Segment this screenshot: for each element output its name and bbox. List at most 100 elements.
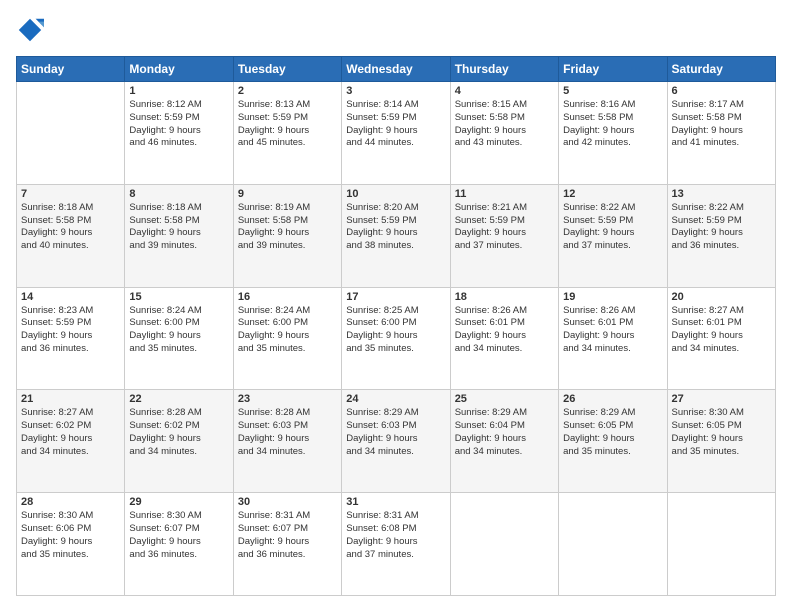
calendar-cell: 12 Sunrise: 8:22 AMSunset: 5:59 PMDayligh… (559, 184, 667, 287)
day-info: Sunrise: 8:19 AMSunset: 5:58 PMDaylight:… (238, 202, 337, 253)
day-info: Sunrise: 8:26 AMSunset: 6:01 PMDaylight:… (563, 305, 662, 356)
day-number: 31 (346, 496, 445, 508)
weekday-header-tuesday: Tuesday (233, 57, 341, 82)
day-number: 11 (455, 188, 554, 200)
calendar-cell: 14 Sunrise: 8:23 AMSunset: 5:59 PMDayligh… (17, 287, 125, 390)
calendar-cell: 23 Sunrise: 8:28 AMSunset: 6:03 PMDayligh… (233, 390, 341, 493)
calendar-cell: 17Sunrise: 8:25 AMSunset: 6:00 PMDayligh… (342, 287, 450, 390)
day-number: 12 (563, 188, 662, 200)
day-number: 8 (129, 188, 228, 200)
day-info: Sunrise: 8:16 AMSunset: 5:58 PMDaylight:… (563, 99, 662, 150)
day-number: 14 (21, 291, 120, 303)
calendar-week-4: 21 Sunrise: 8:27 AMSunset: 6:02 PMDayligh… (17, 390, 776, 493)
logo (16, 16, 46, 44)
calendar-cell: 20Sunrise: 8:27 AMSunset: 6:01 PMDayligh… (667, 287, 775, 390)
day-info: Sunrise: 8:29 AMSunset: 6:04 PMDaylight:… (455, 407, 554, 458)
day-info: Sunrise: 8:30 AMSunset: 6:05 PMDaylight:… (672, 407, 771, 458)
calendar-cell: 29 Sunrise: 8:30 AMSunset: 6:07 PMDayligh… (125, 493, 233, 596)
calendar-cell: 10 Sunrise: 8:20 AMSunset: 5:59 PMDayligh… (342, 184, 450, 287)
calendar-cell (17, 82, 125, 185)
day-info: Sunrise: 8:22 AMSunset: 5:59 PMDaylight:… (672, 202, 771, 253)
calendar-week-2: 7 Sunrise: 8:18 AMSunset: 5:58 PMDaylight… (17, 184, 776, 287)
calendar-cell: 5Sunrise: 8:16 AMSunset: 5:58 PMDaylight… (559, 82, 667, 185)
calendar-cell: 2 Sunrise: 8:13 AMSunset: 5:59 PMDaylight… (233, 82, 341, 185)
calendar-cell: 9 Sunrise: 8:19 AMSunset: 5:58 PMDaylight… (233, 184, 341, 287)
header (16, 16, 776, 44)
day-number: 23 (238, 393, 337, 405)
logo-icon (16, 16, 44, 44)
day-number: 18 (455, 291, 554, 303)
day-number: 26 (563, 393, 662, 405)
day-info: Sunrise: 8:28 AMSunset: 6:03 PMDaylight:… (238, 407, 337, 458)
day-info: Sunrise: 8:18 AMSunset: 5:58 PMDaylight:… (21, 202, 120, 253)
day-info: Sunrise: 8:27 AMSunset: 6:01 PMDaylight:… (672, 305, 771, 356)
day-info: Sunrise: 8:22 AMSunset: 5:59 PMDaylight:… (563, 202, 662, 253)
day-number: 4 (455, 85, 554, 97)
calendar-cell: 27 Sunrise: 8:30 AMSunset: 6:05 PMDayligh… (667, 390, 775, 493)
day-number: 10 (346, 188, 445, 200)
day-info: Sunrise: 8:20 AMSunset: 5:59 PMDaylight:… (346, 202, 445, 253)
day-number: 2 (238, 85, 337, 97)
day-number: 30 (238, 496, 337, 508)
day-info: Sunrise: 8:27 AMSunset: 6:02 PMDaylight:… (21, 407, 120, 458)
calendar-cell: 28Sunrise: 8:30 AMSunset: 6:06 PMDayligh… (17, 493, 125, 596)
day-info: Sunrise: 8:14 AMSunset: 5:59 PMDaylight:… (346, 99, 445, 150)
calendar-cell: 30 Sunrise: 8:31 AMSunset: 6:07 PMDayligh… (233, 493, 341, 596)
page: SundayMondayTuesdayWednesdayThursdayFrid… (0, 0, 792, 612)
day-number: 7 (21, 188, 120, 200)
day-number: 25 (455, 393, 554, 405)
day-number: 1 (129, 85, 228, 97)
day-number: 3 (346, 85, 445, 97)
day-number: 13 (672, 188, 771, 200)
calendar-week-5: 28Sunrise: 8:30 AMSunset: 6:06 PMDayligh… (17, 493, 776, 596)
weekday-header-sunday: Sunday (17, 57, 125, 82)
calendar-cell: 15 Sunrise: 8:24 AMSunset: 6:00 PMDayligh… (125, 287, 233, 390)
calendar-cell (559, 493, 667, 596)
day-number: 22 (129, 393, 228, 405)
calendar-cell: 3 Sunrise: 8:14 AMSunset: 5:59 PMDaylight… (342, 82, 450, 185)
day-info: Sunrise: 8:12 AMSunset: 5:59 PMDaylight:… (129, 99, 228, 150)
calendar-cell: 13 Sunrise: 8:22 AMSunset: 5:59 PMDayligh… (667, 184, 775, 287)
day-info: Sunrise: 8:15 AMSunset: 5:58 PMDaylight:… (455, 99, 554, 150)
calendar-cell: 19 Sunrise: 8:26 AMSunset: 6:01 PMDayligh… (559, 287, 667, 390)
day-number: 15 (129, 291, 228, 303)
calendar-cell: 22 Sunrise: 8:28 AMSunset: 6:02 PMDayligh… (125, 390, 233, 493)
day-info: Sunrise: 8:29 AMSunset: 6:03 PMDaylight:… (346, 407, 445, 458)
calendar-cell: 18Sunrise: 8:26 AMSunset: 6:01 PMDayligh… (450, 287, 558, 390)
day-info: Sunrise: 8:17 AMSunset: 5:58 PMDaylight:… (672, 99, 771, 150)
calendar-cell: 31 Sunrise: 8:31 AMSunset: 6:08 PMDayligh… (342, 493, 450, 596)
calendar-cell: 16 Sunrise: 8:24 AMSunset: 6:00 PMDayligh… (233, 287, 341, 390)
calendar-week-3: 14 Sunrise: 8:23 AMSunset: 5:59 PMDayligh… (17, 287, 776, 390)
day-info: Sunrise: 8:30 AMSunset: 6:06 PMDaylight:… (21, 510, 120, 561)
day-info: Sunrise: 8:29 AMSunset: 6:05 PMDaylight:… (563, 407, 662, 458)
weekday-header-saturday: Saturday (667, 57, 775, 82)
day-info: Sunrise: 8:31 AMSunset: 6:07 PMDaylight:… (238, 510, 337, 561)
calendar-cell: 26 Sunrise: 8:29 AMSunset: 6:05 PMDayligh… (559, 390, 667, 493)
day-number: 21 (21, 393, 120, 405)
calendar-cell: 24 Sunrise: 8:29 AMSunset: 6:03 PMDayligh… (342, 390, 450, 493)
day-number: 9 (238, 188, 337, 200)
calendar-cell: 11Sunrise: 8:21 AMSunset: 5:59 PMDayligh… (450, 184, 558, 287)
weekday-header-row: SundayMondayTuesdayWednesdayThursdayFrid… (17, 57, 776, 82)
day-info: Sunrise: 8:13 AMSunset: 5:59 PMDaylight:… (238, 99, 337, 150)
calendar-cell: 25 Sunrise: 8:29 AMSunset: 6:04 PMDayligh… (450, 390, 558, 493)
day-number: 27 (672, 393, 771, 405)
day-info: Sunrise: 8:23 AMSunset: 5:59 PMDaylight:… (21, 305, 120, 356)
day-number: 19 (563, 291, 662, 303)
day-number: 24 (346, 393, 445, 405)
day-number: 16 (238, 291, 337, 303)
calendar-cell: 6 Sunrise: 8:17 AMSunset: 5:58 PMDaylight… (667, 82, 775, 185)
calendar-cell: 8 Sunrise: 8:18 AMSunset: 5:58 PMDaylight… (125, 184, 233, 287)
weekday-header-thursday: Thursday (450, 57, 558, 82)
calendar-cell: 21 Sunrise: 8:27 AMSunset: 6:02 PMDayligh… (17, 390, 125, 493)
day-info: Sunrise: 8:18 AMSunset: 5:58 PMDaylight:… (129, 202, 228, 253)
day-info: Sunrise: 8:24 AMSunset: 6:00 PMDaylight:… (129, 305, 228, 356)
day-info: Sunrise: 8:30 AMSunset: 6:07 PMDaylight:… (129, 510, 228, 561)
calendar-cell: 7 Sunrise: 8:18 AMSunset: 5:58 PMDaylight… (17, 184, 125, 287)
day-info: Sunrise: 8:28 AMSunset: 6:02 PMDaylight:… (129, 407, 228, 458)
day-number: 29 (129, 496, 228, 508)
day-info: Sunrise: 8:24 AMSunset: 6:00 PMDaylight:… (238, 305, 337, 356)
day-number: 6 (672, 85, 771, 97)
day-info: Sunrise: 8:31 AMSunset: 6:08 PMDaylight:… (346, 510, 445, 561)
calendar-cell (450, 493, 558, 596)
